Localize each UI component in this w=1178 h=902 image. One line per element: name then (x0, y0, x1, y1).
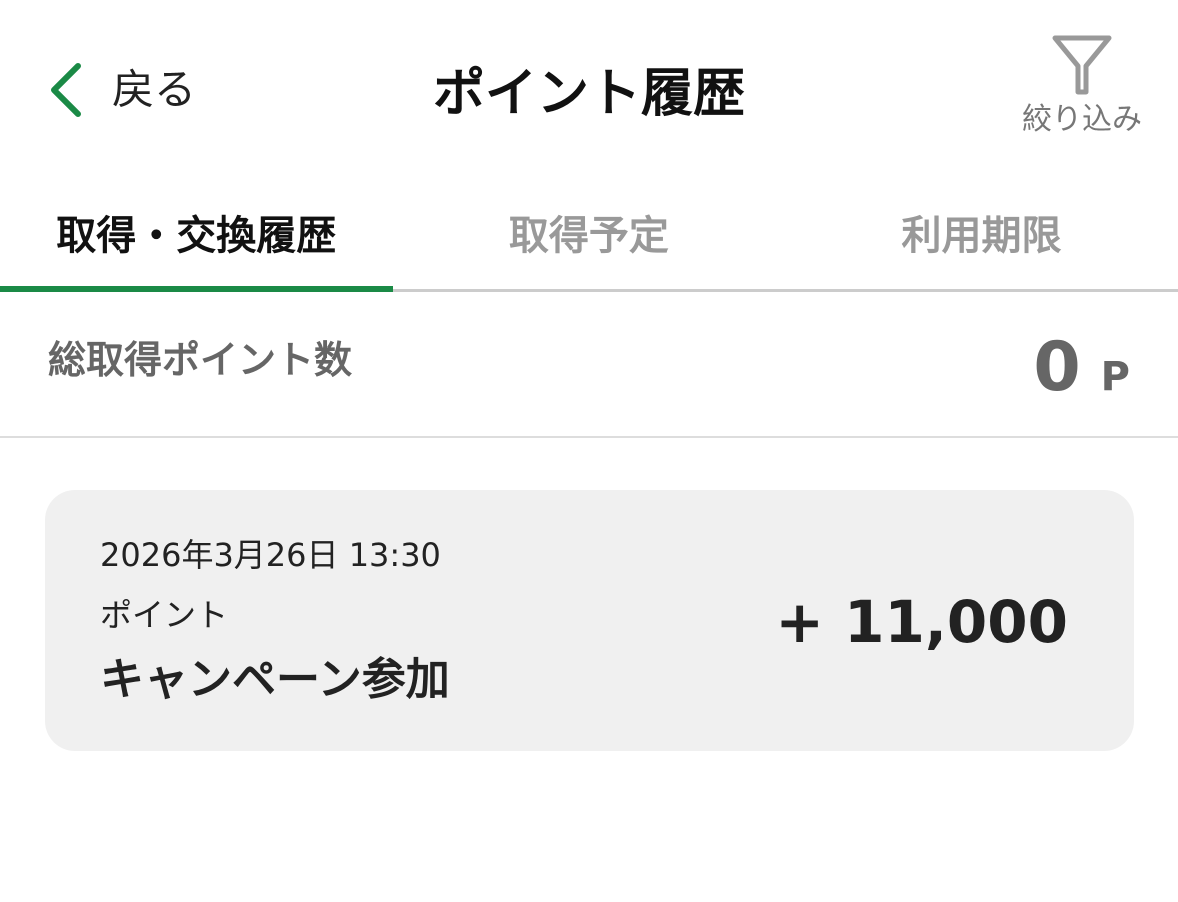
summary-label: 総取得ポイント数 (48, 338, 353, 382)
funnel-icon (1052, 35, 1112, 95)
tab-history[interactable]: 取得・交換履歴 (0, 180, 393, 292)
filter-label: 絞り込み (1022, 102, 1142, 137)
history-title: キャンペーン参加 (100, 654, 450, 705)
points-unit: P (1100, 354, 1130, 400)
back-button[interactable]: 戻る (48, 58, 196, 122)
tab-expiration[interactable]: 利用期限 (785, 180, 1178, 289)
header: 戻る ポイント履歴 絞り込み (0, 0, 1178, 180)
back-label: 戻る (112, 65, 197, 114)
points-summary: 総取得ポイント数 0 P (0, 292, 1178, 438)
tab-scheduled[interactable]: 取得予定 (393, 180, 786, 289)
history-date: 2026年3月26日 13:30 (100, 536, 441, 574)
history-amount: + 11,000 (775, 588, 1068, 656)
tab-bar: 取得・交換履歴 取得予定 利用期限 (0, 180, 1178, 292)
chevron-left-icon (51, 63, 81, 117)
summary-value: 0 P (1033, 328, 1130, 408)
filter-button[interactable]: 絞り込み (1008, 34, 1156, 144)
total-points: 0 (1033, 328, 1081, 407)
history-item[interactable]: 2026年3月26日 13:30 ポイント キャンペーン参加 + 11,000 (45, 490, 1134, 751)
history-type: ポイント (100, 596, 229, 634)
